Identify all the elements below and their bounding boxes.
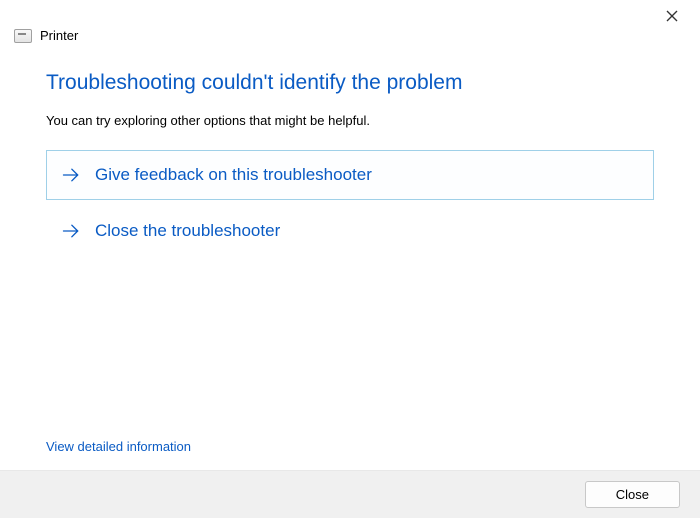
close-icon[interactable] [662,6,682,26]
window-header: Printer [0,0,700,43]
page-heading: Troubleshooting couldn't identify the pr… [46,71,654,95]
option-label: Give feedback on this troubleshooter [95,165,372,185]
titlebar [662,0,700,26]
content-area: Troubleshooting couldn't identify the pr… [0,43,700,256]
arrow-right-icon [61,221,81,241]
close-button[interactable]: Close [585,481,680,508]
option-close-troubleshooter[interactable]: Close the troubleshooter [46,206,654,256]
window-title: Printer [40,28,78,43]
option-give-feedback[interactable]: Give feedback on this troubleshooter [46,150,654,200]
page-subtext: You can try exploring other options that… [46,113,654,128]
printer-icon [14,29,32,43]
footer-bar: Close [0,470,700,518]
option-label: Close the troubleshooter [95,221,280,241]
arrow-right-icon [61,165,81,185]
view-detailed-information-link[interactable]: View detailed information [46,439,191,454]
